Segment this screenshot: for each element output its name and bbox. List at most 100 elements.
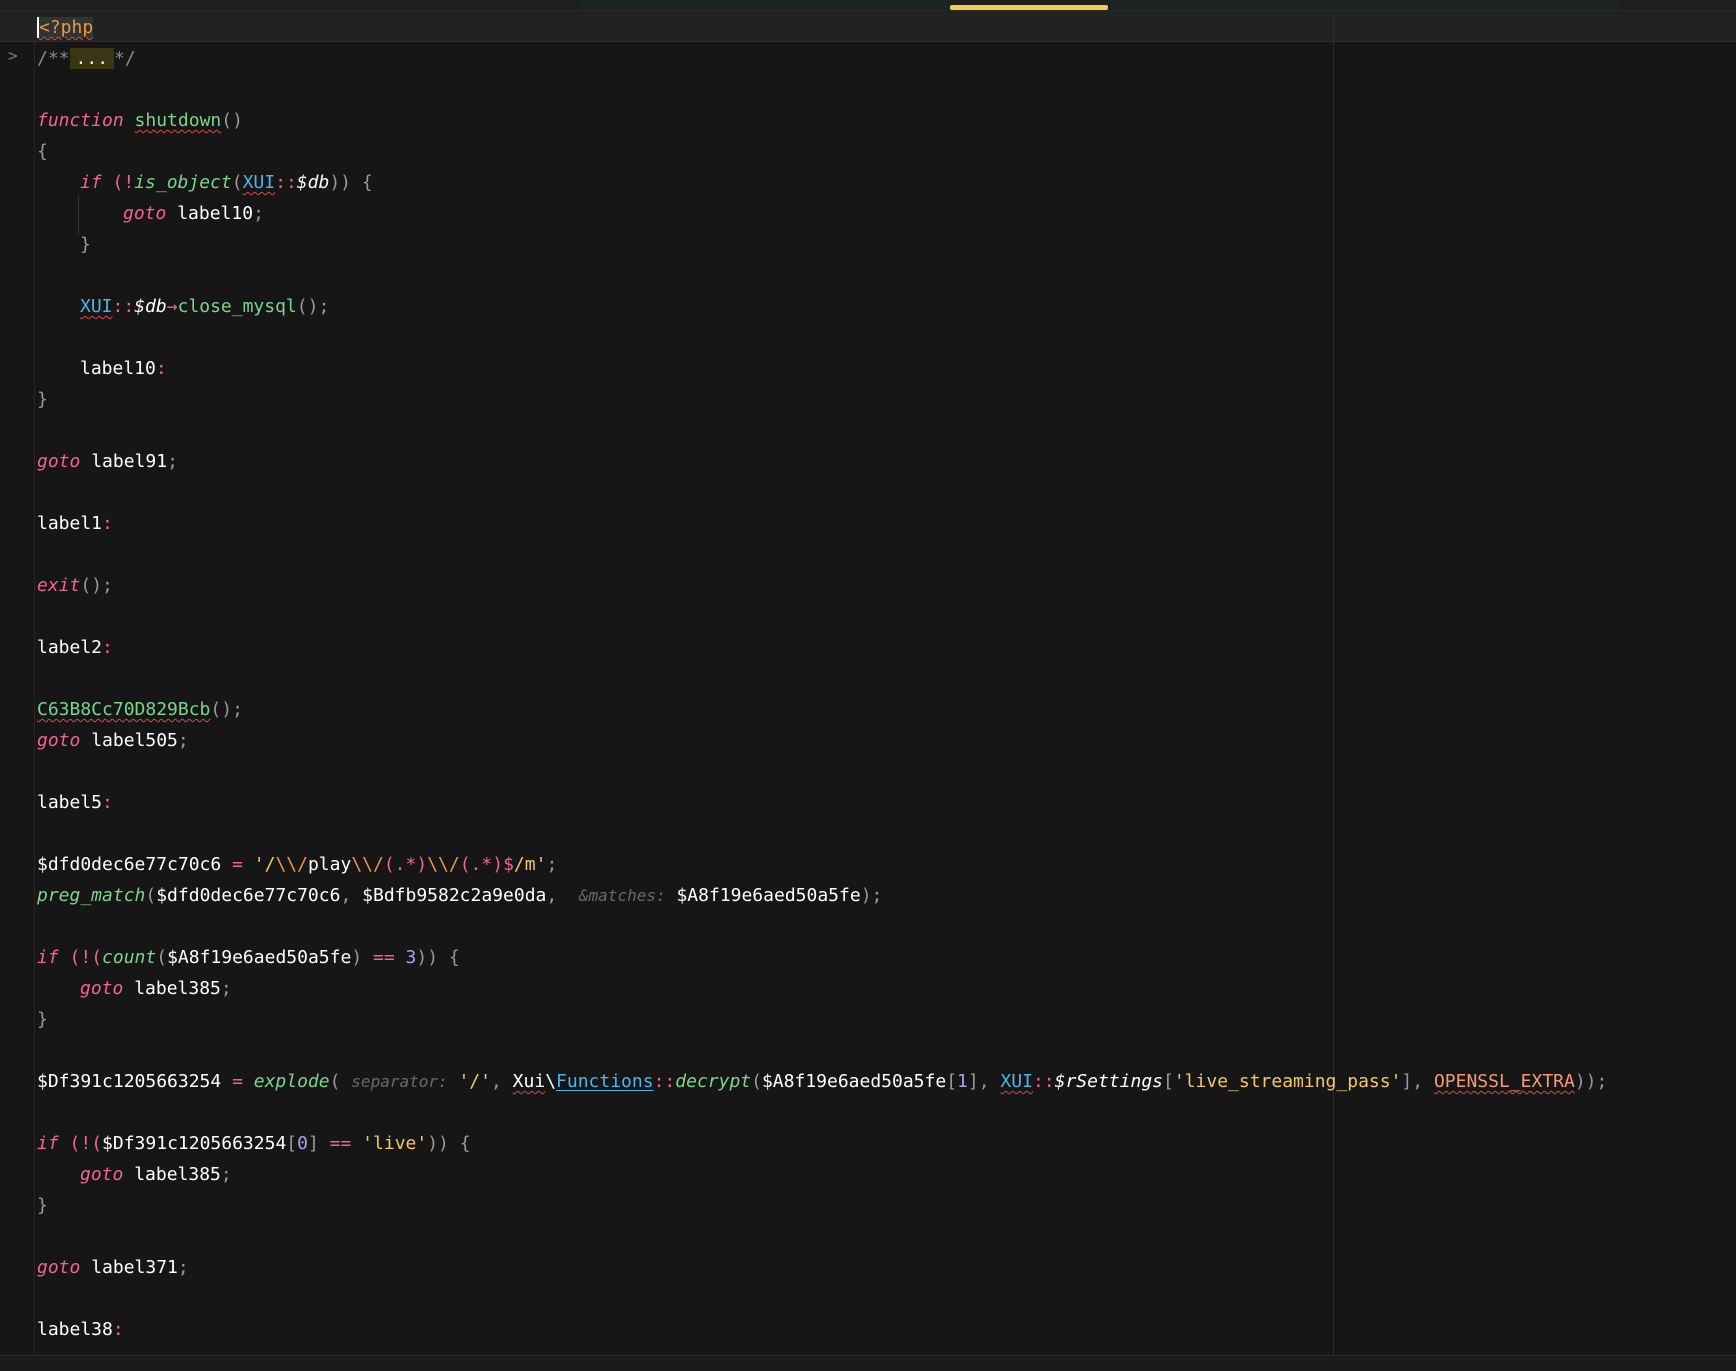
active-tab-indicator[interactable] [950,5,1108,10]
code-line[interactable] [37,260,1717,291]
number: 1 [957,1071,968,1092]
code-line[interactable] [37,1097,1717,1128]
editor-top-bar [0,0,1736,11]
php-open-tag: <?php [37,17,94,38]
regex-literal: play [307,854,352,875]
code-line[interactable]: goto label505; [37,725,1717,756]
variable: $Df391c1205663254 [37,1071,222,1092]
punctuation: ] [967,1071,979,1092]
folded-comment-placeholder[interactable]: ... [69,48,115,69]
punctuation: } [37,389,48,410]
fold-chevron-icon[interactable]: > [8,44,18,68]
punctuation: : [102,513,113,534]
punctuation: ; [167,451,178,472]
string: 'live' [351,1133,428,1154]
code-line[interactable]: goto label10; [37,198,1717,229]
code-line[interactable] [37,539,1717,570]
keyword: goto [37,451,81,472]
punctuation: } [80,234,91,255]
code-line[interactable]: <?php [37,12,1717,43]
code-line[interactable]: if (!is_object(XUI::$db)) { [37,167,1717,198]
doc-comment-close: */ [114,48,136,69]
code-line[interactable]: function shutdown() [37,105,1717,136]
function-call: explode [253,1071,330,1092]
method-call: close_mysql [177,296,297,317]
code-line[interactable]: goto label385; [37,973,1717,1004]
code-line[interactable] [37,756,1717,787]
code-line[interactable] [37,322,1717,353]
code-line[interactable] [37,415,1717,446]
code-line[interactable] [37,663,1717,694]
code-line[interactable]: label2: [37,632,1717,663]
code-line[interactable]: C63B8Cc70D829Bcb(); [37,694,1717,725]
code-editor[interactable]: > <?php /**... */ function shutdown() { i… [0,0,1736,1371]
punctuation: ; [253,203,264,224]
punctuation: ( [751,1071,762,1092]
operator: :: [1032,1071,1055,1092]
code-line[interactable] [37,601,1717,632]
code-line[interactable]: } [37,1004,1717,1035]
code-line[interactable] [37,74,1717,105]
punctuation: [ [946,1071,958,1092]
operator: :: [275,172,297,193]
code-line[interactable] [37,1283,1717,1314]
punctuation: )) { [427,1133,471,1154]
variable: $Bdfb9582c2a9e0da [362,885,547,906]
code-line[interactable] [37,1035,1717,1066]
namespace: Xui [512,1071,546,1092]
operator: = [221,1071,254,1092]
variable: $dfd0dec6e77c70c6 [156,885,341,906]
punctuation: , [546,885,569,906]
regex-flags: /m [513,854,536,875]
code-line[interactable]: XUI::$db→close_mysql(); [37,291,1717,322]
code-line[interactable]: label1: [37,508,1717,539]
code-line[interactable]: goto label91; [37,446,1717,477]
code-line[interactable]: label5: [37,787,1717,818]
doc-comment-open: /** [37,48,70,69]
code-area[interactable]: <?php /**... */ function shutdown() { if … [37,12,1717,1345]
code-line[interactable]: goto label371; [37,1252,1717,1283]
editor-gutter[interactable] [0,11,35,1355]
code-line[interactable] [37,477,1717,508]
operator: :: [653,1071,676,1092]
variable: $dfd0dec6e77c70c6 [37,854,222,875]
code-line[interactable]: exit(); [37,570,1717,601]
punctuation: (); [80,575,113,596]
string: '/' [447,1071,491,1092]
keyword: goto [80,1164,124,1185]
regex-escape: \\/ [275,854,308,875]
keyword: exit [37,575,81,596]
code-line[interactable] [37,818,1717,849]
code-line[interactable]: } [37,1190,1717,1221]
code-line[interactable] [37,1221,1717,1252]
punctuation: : [155,358,167,379]
code-line[interactable] [37,911,1717,942]
punctuation: : [102,637,113,658]
code-line[interactable]: goto label385; [37,1159,1717,1190]
code-line[interactable]: } [37,384,1717,415]
code-line[interactable]: label38: [37,1314,1717,1345]
parameter-hint: &matches: [578,886,666,905]
arrow-operator: → [166,296,178,317]
class-name: XUI [80,296,113,317]
code-line[interactable]: label10: [37,353,1717,384]
code-line[interactable]: if (!(count($A8f19e6aed50a5fe) == 3)) { [37,942,1717,973]
code-line[interactable]: $Df391c1205663254 = explode( separator: … [37,1066,1717,1097]
class-name: XUI [1000,1071,1033,1092]
code-line[interactable]: $dfd0dec6e77c70c6 = '/\\/play\\/(.*)\\/(… [37,849,1717,880]
punctuation: ] [1401,1071,1413,1092]
top-bar-segment [1110,0,1620,10]
variable: $db [296,172,330,193]
code-line[interactable]: { [37,136,1717,167]
label-def: label38 [37,1319,113,1340]
code-line[interactable]: /**... */ [37,43,1717,74]
code-line[interactable]: } [37,229,1717,260]
code-line[interactable]: if (!($Df391c1205663254[0] == 'live')) { [37,1128,1717,1159]
string: ' [253,854,265,875]
function-name: shutdown [134,110,222,131]
code-line[interactable]: preg_match($dfd0dec6e77c70c6, $Bdfb9582c… [37,880,1717,911]
parameter-hint: separator: [351,1072,448,1091]
punctuation: ; [546,854,558,875]
punctuation: )) { [416,947,460,968]
constant: OPENSSL_EXTRA [1433,1071,1575,1092]
